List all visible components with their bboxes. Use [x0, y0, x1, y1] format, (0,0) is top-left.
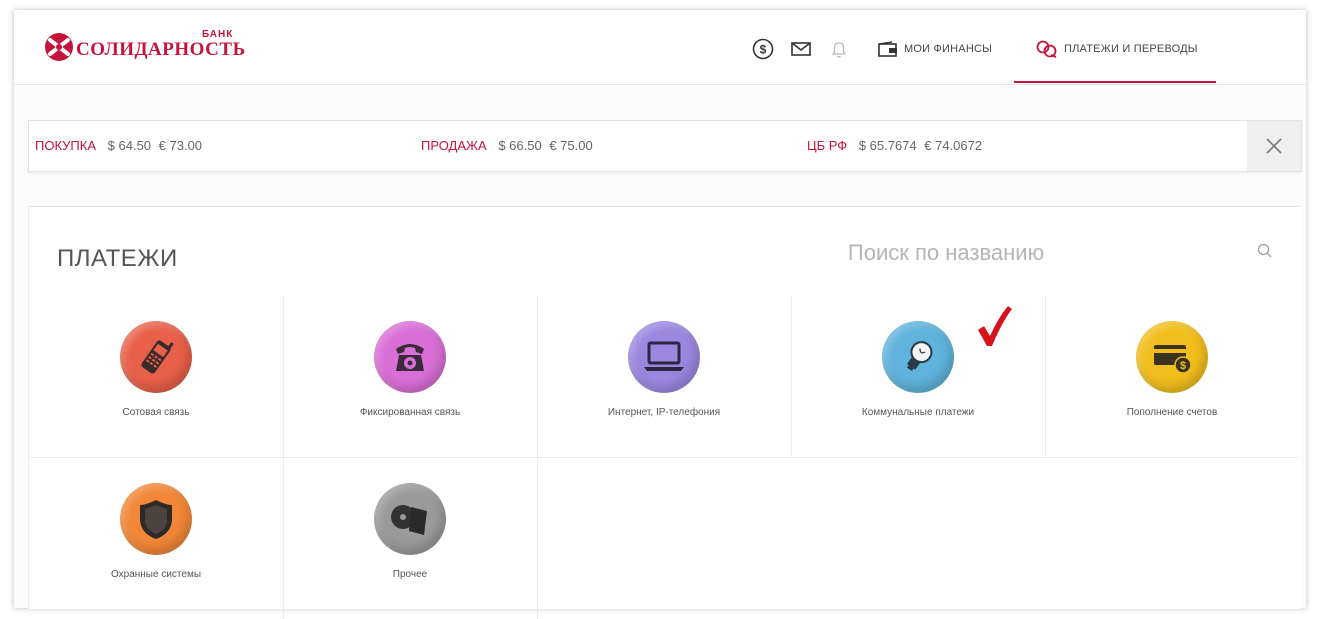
app-window: СОЛИДАРНОСТЬ БАНК $ МОИ ФИНАНСЫ ПЛАТЕЖИ … — [14, 10, 1306, 619]
category-mobile[interactable]: Сотовая связь — [29, 295, 284, 458]
rate-buy-eur: € 73.00 — [158, 138, 203, 153]
category-internet-label: Интернет, IP-телефония — [607, 407, 721, 418]
disc-icon — [374, 483, 446, 555]
rate-buy-usd: $ 64.50 — [107, 138, 152, 153]
top-header: СОЛИДАРНОСТЬ БАНК $ МОИ ФИНАНСЫ ПЛАТЕЖИ … — [14, 10, 1306, 85]
rate-sell: ПРОДАЖА $ 66.50 € 75.00 — [421, 138, 593, 153]
category-utilities-label: Коммунальные платежи — [861, 407, 975, 418]
category-security[interactable]: Охранные системы — [29, 457, 284, 619]
nav-my-finances-label: МОИ ФИНАНСЫ — [904, 43, 993, 55]
category-security-label: Охранные системы — [110, 569, 202, 580]
nav-my-finances[interactable]: МОИ ФИНАНСЫ — [878, 38, 992, 60]
exchange-rates-bar: ПОКУПКА $ 64.50 € 73.00 ПРОДАЖА $ 66.50 … — [28, 120, 1302, 172]
category-landline-label: Фиксированная связь — [359, 407, 461, 418]
transfer-icon — [1036, 40, 1057, 58]
search-input[interactable] — [649, 235, 1243, 271]
rate-cb-usd: $ 65.7674 — [858, 138, 917, 153]
logo-bank-word: БАНК — [202, 29, 234, 40]
rate-cb-eur: € 74.0672 — [924, 138, 983, 153]
rate-sell-label: ПРОДАЖА — [421, 138, 487, 153]
logo-text: СОЛИДАРНОСТЬ — [76, 39, 246, 60]
landline-phone-icon — [374, 321, 446, 393]
dollar-icon[interactable]: $ — [752, 38, 774, 60]
bank-logo[interactable]: СОЛИДАРНОСТЬ БАНК — [44, 29, 246, 64]
category-mobile-label: Сотовая связь — [122, 407, 190, 418]
search-box — [649, 235, 1289, 271]
logo-mark-icon — [45, 33, 73, 61]
category-topup-label: Пополнение счетов — [1126, 407, 1218, 418]
wallet-icon — [878, 41, 897, 57]
mobile-phone-icon — [120, 321, 192, 393]
close-rates-button[interactable] — [1247, 121, 1301, 171]
nav-payments-transfers-label: ПЛАТЕЖИ И ПЕРЕВОДЫ — [1064, 43, 1198, 55]
card-coin-icon: $ — [1136, 321, 1208, 393]
checkmark-icon — [978, 306, 1012, 346]
lightbulb-icon — [882, 321, 954, 393]
rate-cb-label: ЦБ РФ — [807, 138, 848, 153]
search-icon[interactable] — [1257, 243, 1273, 259]
page-title: ПЛАТЕЖИ — [57, 245, 178, 272]
svg-text:$: $ — [1180, 360, 1186, 372]
category-landline[interactable]: Фиксированная связь — [283, 295, 538, 458]
rate-cb: ЦБ РФ $ 65.7674 € 74.0672 — [807, 138, 982, 153]
close-icon — [1266, 138, 1282, 154]
svg-text:$: $ — [760, 43, 767, 57]
rate-sell-usd: $ 66.50 — [498, 138, 542, 153]
rate-buy: ПОКУПКА $ 64.50 € 73.00 — [35, 138, 202, 153]
rate-sell-eur: € 75.00 — [549, 138, 593, 153]
bell-icon[interactable] — [828, 38, 850, 60]
mail-icon[interactable] — [790, 38, 812, 60]
category-internet[interactable]: Интернет, IP-телефония — [537, 295, 792, 458]
nav-payments-transfers[interactable]: ПЛАТЕЖИ И ПЕРЕВОДЫ — [1036, 38, 1198, 60]
shield-icon — [120, 483, 192, 555]
category-other-label: Прочее — [392, 569, 428, 580]
rate-buy-label: ПОКУПКА — [35, 138, 97, 153]
category-other[interactable]: Прочее — [283, 457, 538, 619]
laptop-icon — [628, 321, 700, 393]
category-topup[interactable]: $ Пополнение счетов — [1045, 295, 1299, 458]
payments-panel: ПЛАТЕЖИ Поиск по названию Сотовая связь … — [28, 206, 1301, 619]
nav-active-indicator — [1014, 81, 1216, 83]
